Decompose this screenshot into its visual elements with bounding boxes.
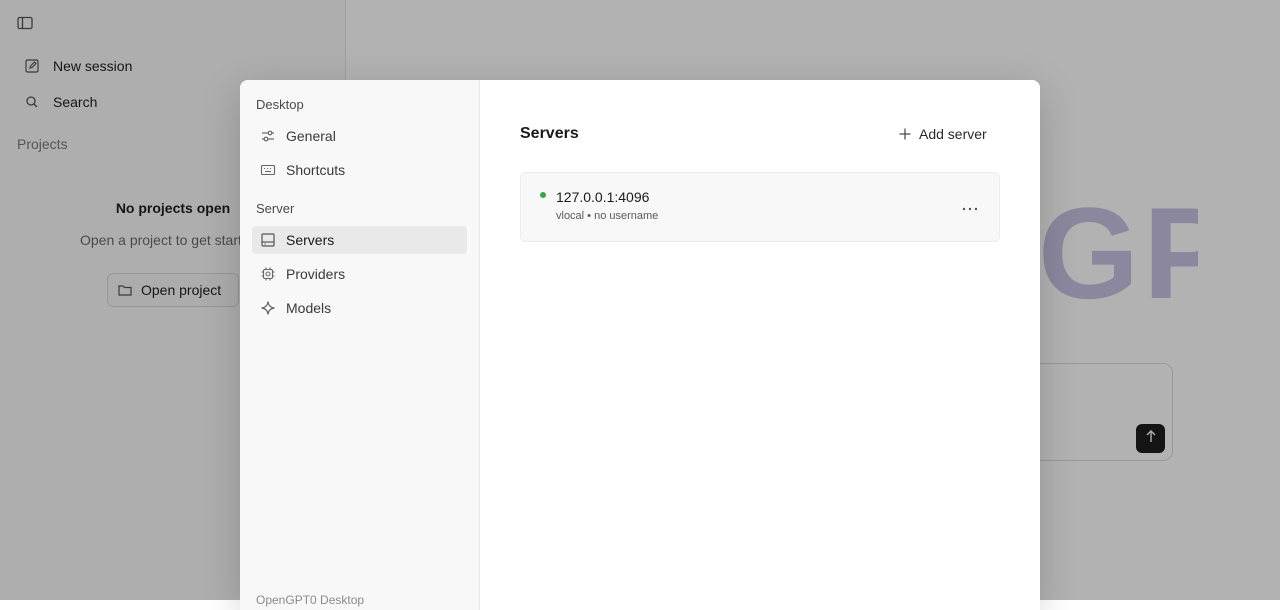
settings-nav: Desktop General Shortcuts Server Servers… xyxy=(240,80,480,610)
sliders-icon xyxy=(260,128,276,144)
chip-icon xyxy=(260,266,276,282)
status-dot-icon xyxy=(540,192,546,198)
nav-item-general[interactable]: General xyxy=(252,122,467,150)
nav-group-desktop: Desktop xyxy=(256,97,304,112)
nav-item-label: Shortcuts xyxy=(286,162,346,178)
plus-icon xyxy=(898,127,912,141)
nav-group-server: Server xyxy=(256,201,295,216)
nav-item-shortcuts[interactable]: Shortcuts xyxy=(252,156,467,184)
server-list-item[interactable]: 127.0.0.1:4096 vlocal • no username xyxy=(520,172,1000,242)
server-address: 127.0.0.1:4096 xyxy=(556,189,650,205)
nav-item-label: General xyxy=(286,128,336,144)
nav-item-providers[interactable]: Providers xyxy=(252,260,467,288)
app-version-label: OpenGPT0 Desktop xyxy=(256,593,365,607)
nav-item-label: Models xyxy=(286,300,332,316)
keyboard-icon xyxy=(260,162,276,178)
more-options-button[interactable] xyxy=(959,197,981,217)
nav-item-models[interactable]: Models xyxy=(252,294,467,322)
ellipsis-icon xyxy=(962,198,978,216)
settings-dialog: Desktop General Shortcuts Server Servers… xyxy=(240,80,1040,610)
nav-item-label: Providers xyxy=(286,266,346,282)
server-icon xyxy=(260,232,276,248)
sparkle-icon xyxy=(260,300,276,316)
nav-item-label: Servers xyxy=(286,232,335,248)
server-details: vlocal • no username xyxy=(556,210,659,222)
page-title: Servers xyxy=(520,125,579,142)
nav-item-servers[interactable]: Servers xyxy=(252,226,467,254)
servers-panel: Servers Add server 127.0.0.1:4096 vlocal… xyxy=(480,80,1040,610)
add-server-label: Add server xyxy=(919,126,987,142)
add-server-button[interactable]: Add server xyxy=(898,124,987,144)
